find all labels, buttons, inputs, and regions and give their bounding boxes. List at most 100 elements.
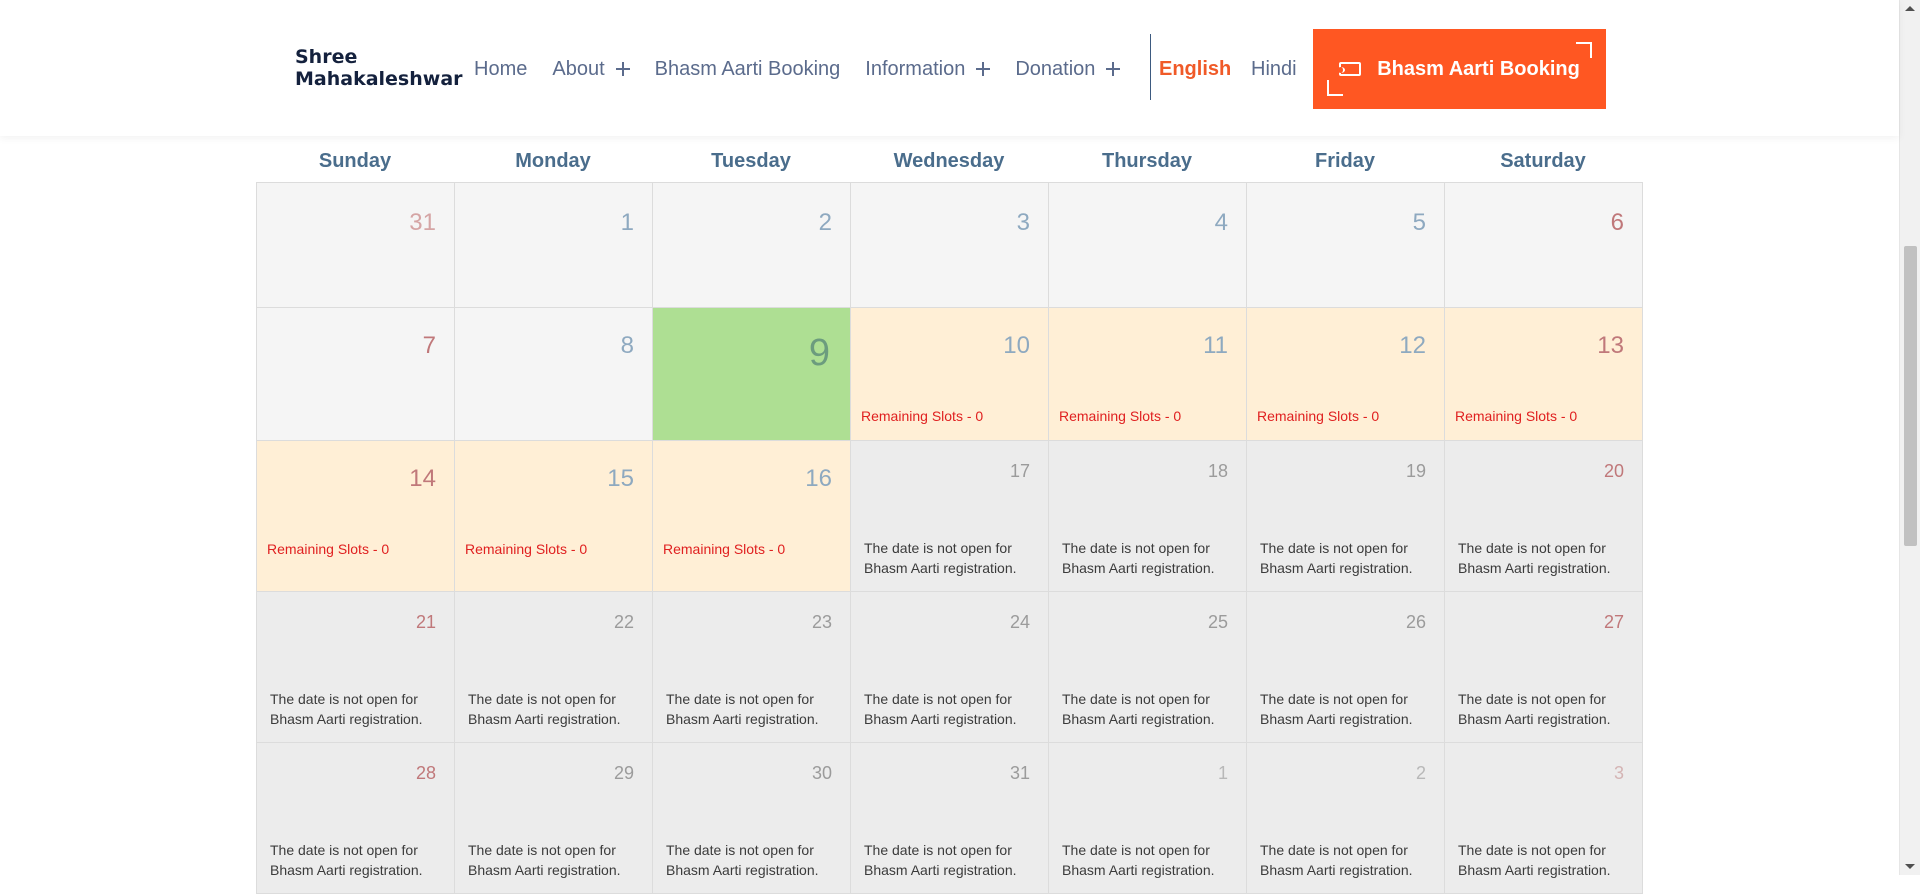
day-number: 15 [607, 465, 634, 492]
weekday-wednesday: Wednesday [893, 150, 1005, 172]
calendar-day-available[interactable]: 13 Remaining Slots - 0 [1445, 308, 1643, 441]
nav-donation[interactable]: Donation [1015, 58, 1121, 81]
nav-divider [1150, 34, 1151, 100]
plus-icon [1106, 62, 1121, 76]
day-number: 5 [1412, 209, 1426, 236]
remaining-slots: Remaining Slots - 0 [1059, 408, 1182, 424]
weekday-friday: Friday [1314, 150, 1376, 172]
logo-line-1: Shree [295, 46, 358, 68]
calendar-day-cell: 5 [1247, 183, 1445, 308]
page-scrollbar[interactable] [1899, 0, 1920, 875]
day-number: 2 [818, 209, 832, 236]
nav-bhasm-aarti-booking[interactable]: Bhasm Aarti Booking [655, 58, 841, 81]
not-open-notice: The date is not open for Bhasm Aarti reg… [1062, 691, 1215, 727]
calendar-day-closed: 17 The date is not open for Bhasm Aarti r… [851, 441, 1049, 592]
calendar-day-cell: 7 [257, 308, 455, 441]
main-nav: Home About Bhasm Aarti Booking Informati… [474, 54, 1145, 84]
not-open-notice: The date is not open for Bhasm Aarti reg… [468, 691, 621, 727]
logo-line-2: Mahakaleshwar [295, 68, 463, 90]
scroll-down-arrow-icon[interactable] [1905, 864, 1915, 869]
day-number: 10 [1003, 332, 1030, 359]
nav-home[interactable]: Home [474, 58, 527, 81]
calendar-day-closed: 19 The date is not open for Bhasm Aarti r… [1247, 441, 1445, 592]
calendar-day-closed: 31 The date is not open for Bhasm Aarti r… [851, 743, 1049, 894]
day-number: 30 [811, 763, 832, 783]
calendar-day-cell: 3 [851, 183, 1049, 308]
day-number: 20 [1603, 461, 1624, 481]
calendar-day-closed: 18 The date is not open for Bhasm Aarti r… [1049, 441, 1247, 592]
not-open-notice: The date is not open for Bhasm Aarti reg… [1458, 842, 1611, 878]
remaining-slots: Remaining Slots - 0 [1257, 408, 1380, 424]
remaining-slots: Remaining Slots - 0 [465, 541, 588, 557]
calendar-week: 21 The date is not open for Bhasm Aarti r… [257, 592, 1643, 743]
nav-about-label: About [552, 57, 605, 80]
nav-home-label: Home [474, 57, 528, 80]
day-number: 2 [1415, 763, 1426, 783]
corner-decoration [1327, 80, 1343, 96]
calendar-day-cell: 8 [455, 308, 653, 441]
calendar-day-available[interactable]: 15 Remaining Slots - 0 [455, 441, 653, 592]
calendar-day-cell: 4 [1049, 183, 1247, 308]
not-open-notice: The date is not open for Bhasm Aarti reg… [864, 691, 1017, 727]
calendar-day-closed: 30 The date is not open for Bhasm Aarti r… [653, 743, 851, 894]
day-number: 31 [1009, 763, 1030, 783]
calendar-week: 31 1 2 3 4 5 6 [257, 183, 1643, 308]
bhasm-aarti-booking-button[interactable]: Bhasm Aarti Booking [1313, 29, 1606, 109]
not-open-notice: The date is not open for Bhasm Aarti reg… [468, 842, 621, 878]
calendar-day-available[interactable]: 10 Remaining Slots - 0 [851, 308, 1049, 441]
not-open-notice: The date is not open for Bhasm Aarti reg… [1260, 540, 1413, 576]
site-logo[interactable]: Shree Mahakaleshwar [295, 46, 463, 90]
not-open-notice: The date is not open for Bhasm Aarti reg… [864, 540, 1017, 576]
not-open-notice: The date is not open for Bhasm Aarti reg… [1062, 842, 1215, 878]
not-open-notice: The date is not open for Bhasm Aarti reg… [270, 842, 423, 878]
day-number: 13 [1597, 332, 1624, 359]
nav-about[interactable]: About [552, 57, 630, 81]
day-number: 25 [1207, 612, 1228, 632]
day-number: 6 [1610, 209, 1624, 236]
day-number: 26 [1405, 612, 1426, 632]
calendar-day-closed: 21 The date is not open for Bhasm Aarti r… [257, 592, 455, 743]
calendar-day-cell: 2 [653, 183, 851, 308]
day-number: 16 [805, 465, 832, 492]
not-open-notice: The date is not open for Bhasm Aarti reg… [1260, 842, 1413, 878]
calendar-day-closed: 29 The date is not open for Bhasm Aarti r… [455, 743, 653, 894]
day-number: 29 [613, 763, 634, 783]
remaining-slots: Remaining Slots - 0 [861, 408, 984, 424]
calendar-day-available[interactable]: 14 Remaining Slots - 0 [257, 441, 455, 592]
calendar-week: 7 8 9 10 Remaining Slots - 0 11 Remaining … [257, 308, 1643, 441]
calendar-week: 14 Remaining Slots - 0 15 Remaining Slots … [257, 441, 1643, 592]
ticket-icon [1337, 62, 1362, 76]
calendar-day-closed: 27 The date is not open for Bhasm Aarti r… [1445, 592, 1643, 743]
calendar-weekday-header: Sunday Monday Tuesday Wednesday Thursday… [256, 140, 1642, 182]
not-open-notice: The date is not open for Bhasm Aarti reg… [1458, 540, 1611, 576]
nav-information[interactable]: Information [865, 58, 991, 81]
day-number: 9 [808, 332, 830, 374]
calendar-day-cell: 6 [1445, 183, 1643, 308]
day-number: 22 [613, 612, 634, 632]
site-header: Shree Mahakaleshwar Home About Bhasm Aar… [0, 0, 1899, 136]
day-number: 3 [1613, 763, 1624, 783]
day-number: 23 [811, 612, 832, 632]
not-open-notice: The date is not open for Bhasm Aarti reg… [666, 842, 819, 878]
weekday-sunday: Sunday [318, 150, 392, 172]
calendar-day-closed: 26 The date is not open for Bhasm Aarti r… [1247, 592, 1445, 743]
calendar-day-today[interactable]: 9 [653, 308, 851, 441]
scrollbar-thumb[interactable] [1904, 246, 1917, 546]
not-open-notice: The date is not open for Bhasm Aarti reg… [864, 842, 1017, 878]
day-number: 14 [409, 465, 436, 492]
not-open-notice: The date is not open for Bhasm Aarti reg… [1062, 540, 1215, 576]
not-open-notice: The date is not open for Bhasm Aarti reg… [270, 691, 423, 727]
language-english[interactable]: English [1159, 58, 1231, 81]
day-number: 21 [415, 612, 436, 632]
calendar-day-closed: 20 The date is not open for Bhasm Aarti r… [1445, 441, 1643, 592]
language-hindi[interactable]: Hindi [1251, 58, 1297, 81]
remaining-slots: Remaining Slots - 0 [267, 541, 390, 557]
calendar-day-closed: 2 The date is not open for Bhasm Aarti re… [1247, 743, 1445, 894]
calendar-day-available[interactable]: 16 Remaining Slots - 0 [653, 441, 851, 592]
day-number: 17 [1009, 461, 1030, 481]
calendar-day-available[interactable]: 11 Remaining Slots - 0 [1049, 308, 1247, 441]
scroll-up-arrow-icon[interactable] [1905, 6, 1915, 11]
corner-decoration [1576, 42, 1592, 58]
calendar-day-cell: 1 [455, 183, 653, 308]
calendar-day-available[interactable]: 12 Remaining Slots - 0 [1247, 308, 1445, 441]
